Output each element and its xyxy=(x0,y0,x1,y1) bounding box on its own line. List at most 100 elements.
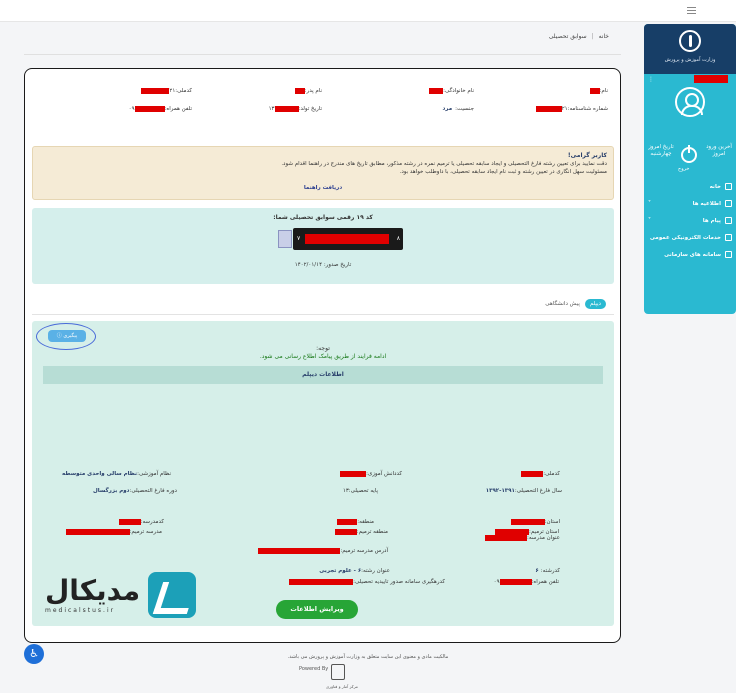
name-field: نام: xyxy=(589,88,608,94)
edit-info-button[interactable]: ویرایش اطلاعات xyxy=(276,600,358,619)
tracking-code: ۷ ۸ xyxy=(293,228,403,250)
track-button-label: پیگیری xyxy=(63,333,78,339)
shenas-field: شماره شناسنامه: ۲۱ xyxy=(535,106,608,112)
dp-region-label: منطقه: xyxy=(357,519,374,525)
divider xyxy=(32,314,614,315)
today-value: چهارشنبه xyxy=(650,151,672,157)
breadcrumb-home[interactable]: خانه xyxy=(599,33,609,40)
main-card: نام: نام خانوادگی: نام پدر: کدملی: ۲۱ شم… xyxy=(24,68,621,643)
notice-greeting: کاربر گرامی! xyxy=(567,152,607,159)
sidebar-item-messages[interactable]: پیام ها ˅ xyxy=(644,212,736,229)
logout-label[interactable]: خروج xyxy=(678,166,690,172)
sidebar-item-systems[interactable]: سامانه های سازمانی xyxy=(644,246,736,263)
redacted xyxy=(495,529,530,535)
father-field: نام پدر: xyxy=(294,88,322,94)
watermark-site: medicalstus.ir xyxy=(45,606,116,614)
shenas-label: شماره شناسنامه: xyxy=(567,106,608,112)
dp-grade-label: پایه تحصیلی: xyxy=(348,488,378,494)
dp-field-title-value: ۶ - علوم تجربی xyxy=(319,568,362,574)
redacted xyxy=(289,579,354,585)
sidebar-item-label: سامانه های سازمانی xyxy=(664,251,721,258)
dp-student-code-label: کددانش آموزی: xyxy=(366,471,402,477)
maker-name: مرکز آمار و فناوری xyxy=(326,684,358,689)
dp-field-code-value: ۶ xyxy=(535,568,539,574)
national-field: کدملی: ۲۱ xyxy=(141,88,192,94)
record-tabs: دیپلم پیش دانشگاهی xyxy=(545,299,606,309)
family-field: نام خانوادگی: xyxy=(429,88,474,94)
national-label: کدملی: xyxy=(175,88,192,94)
tab-diploma[interactable]: دیپلم xyxy=(584,299,606,309)
chevron-down-icon: ˅ xyxy=(648,217,651,224)
tracking-code-end: ۸ xyxy=(396,235,400,242)
breadcrumb: خانه | سوابق تحصیلی xyxy=(549,33,609,40)
phone-value: ۰۹ xyxy=(128,106,135,112)
gender-field: جنسیت: مرد xyxy=(442,106,474,112)
redacted xyxy=(499,579,532,585)
dp-region-repair-field: منطقه ترمیم: xyxy=(334,529,388,535)
dp-school-code-field: کدمدرسه: xyxy=(118,519,164,525)
tracking-code-start: ۷ xyxy=(297,235,301,242)
dp-course-field: دوره فارغ التحصیلی: دوم بزرگسال xyxy=(93,488,177,494)
home-icon xyxy=(725,183,732,190)
redacted xyxy=(258,548,341,554)
sidebar-item-label: خدمات الکترونیکی عمومی xyxy=(649,234,721,241)
sidebar-item-announcements[interactable]: اطلاعیه ها ˅ xyxy=(644,195,736,212)
shenas-value: ۲۱ xyxy=(561,106,568,112)
dp-grad-year-value: ۱۳۹۲-۱۳۹۱ xyxy=(485,488,515,494)
sidebar-item-label: اطلاعیه ها xyxy=(692,200,721,207)
dp-school-repair-label: مدرسه ترمیم: xyxy=(129,529,162,535)
bell-icon xyxy=(725,200,732,207)
last-login: آخرین ورود امروز xyxy=(705,144,733,158)
notice-line-1: دقت نمایید برای تعیین رشته فارغ التحصیلی… xyxy=(281,161,607,167)
today-label: تاریخ امروز xyxy=(648,144,674,150)
download-guide-link[interactable]: دریافت راهنما xyxy=(33,184,613,192)
phone-label: تلفن همراه: xyxy=(164,106,192,112)
watermark-brand: مدیکال xyxy=(45,573,141,607)
section-title: اطلاعات دیپلم xyxy=(43,366,603,384)
gender-label: جنسیت: xyxy=(455,106,474,112)
dp-province-repair-label: استان ترمیم: xyxy=(529,529,559,535)
watermark: مدیکال medicalstus.ir xyxy=(45,572,197,618)
birth-label: تاریخ تولد: xyxy=(298,106,322,112)
redacted xyxy=(340,471,367,477)
sidebar-more-icon[interactable]: ⋮ xyxy=(648,76,654,83)
tracking-code-box: کد ۱۹ رقمی سوابق تحصیلی شما: ۷ ۸ تاریخ ص… xyxy=(32,208,614,284)
dp-school-code-label: کدمدرسه: xyxy=(140,519,164,525)
sidebar-item-home[interactable]: خانه xyxy=(644,178,736,195)
dp-postal-field: کدرهگیری سامانه صدور تاییدیه تحصیلی: xyxy=(289,579,445,585)
maker-logo xyxy=(331,664,345,680)
powered-by: Powered By xyxy=(299,666,329,672)
grid-icon xyxy=(725,234,732,241)
redacted xyxy=(274,106,299,112)
dp-field-title-label: عنوان رشته: xyxy=(361,568,390,574)
footer-text: مالکیت مادی و معنوی این سایت متعلق به وز… xyxy=(287,654,449,660)
dp-region-repair-label: منطقه ترمیم: xyxy=(356,529,388,535)
dp-system-value: نظام سالی واحدی متوسطه xyxy=(62,471,138,477)
sidebar-item-eservices[interactable]: خدمات الکترونیکی عمومی xyxy=(644,229,736,246)
dp-field-title: عنوان رشته: ۶ - علوم تجربی xyxy=(319,568,390,574)
menu-toggle-icon[interactable] xyxy=(687,7,696,14)
dp-school-repair-field: مدرسه ترمیم: xyxy=(65,529,162,535)
sidebar-item-label: خانه xyxy=(709,183,721,190)
attention-title: توجه: xyxy=(316,345,330,352)
avatar[interactable] xyxy=(675,87,705,117)
redacted xyxy=(521,471,544,477)
redacted xyxy=(485,535,527,541)
track-button[interactable]: ⓘ پیگیری xyxy=(48,330,86,342)
breadcrumb-current: سوابق تحصیلی xyxy=(548,33,587,40)
dp-mobile-field: تلفن همراه: ۰۹ xyxy=(494,579,559,585)
dp-grad-year-field: سال فارغ التحصیلی: ۱۳۹۲-۱۳۹۱ xyxy=(486,488,562,494)
last-login-label: آخرین ورود xyxy=(706,144,732,150)
dp-field-code: کدرشته: ۶ xyxy=(535,568,560,574)
tab-pre-university[interactable]: پیش دانشگاهی xyxy=(545,301,580,307)
redacted xyxy=(294,88,305,94)
dp-grade-value: ۱۳ xyxy=(342,488,349,494)
dp-student-code-field: کددانش آموزی: xyxy=(340,471,402,477)
dp-province-field: استان: xyxy=(510,519,560,525)
power-icon[interactable] xyxy=(681,145,697,163)
dp-field-code-label: کدرشته: xyxy=(540,568,560,574)
national-suffix: ۲۱ xyxy=(169,88,176,94)
divider xyxy=(24,54,621,55)
dp-school-title-label: عنوان مدرسه: xyxy=(527,535,560,541)
dp-region-field: منطقه: xyxy=(337,519,374,525)
